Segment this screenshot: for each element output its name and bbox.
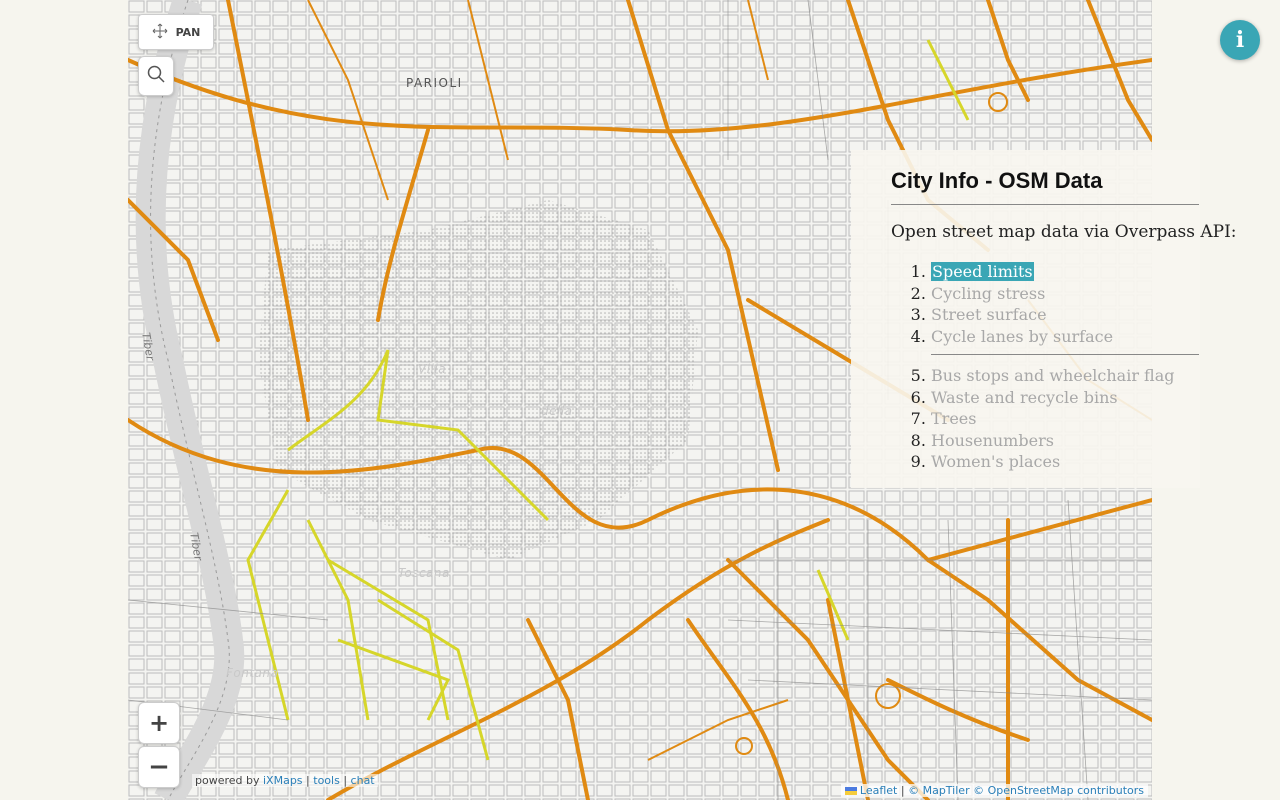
layer-item-waste-bins[interactable]: Waste and recycle bins xyxy=(931,387,1199,409)
panel-title: City Info - OSM Data xyxy=(891,168,1199,205)
info-button[interactable]: i xyxy=(1220,20,1260,60)
layer-list-primary: Speed limits Cycling stress Street surfa… xyxy=(891,261,1199,347)
map-faint-label: della xyxy=(541,404,573,418)
neighborhood-label-parioli: PARIOLI xyxy=(406,76,463,90)
pan-button[interactable]: PAN xyxy=(138,14,214,50)
map-faint-label: Fontana xyxy=(226,666,279,680)
attribution-right: Leaflet | © MapTiler © OpenStreetMap con… xyxy=(840,784,1148,797)
maptiler-link[interactable]: © MapTiler xyxy=(908,784,970,797)
osm-link[interactable]: © OpenStreetMap contributors xyxy=(973,784,1144,797)
layer-item-bus-stops[interactable]: Bus stops and wheelchair flag xyxy=(931,365,1199,387)
attribution-separator: | xyxy=(900,784,905,797)
info-panel: City Info - OSM Data Open street map dat… xyxy=(851,150,1237,488)
map-faint-label: Toscana xyxy=(398,566,450,580)
move-icon xyxy=(152,23,168,42)
zoom-out-button[interactable]: − xyxy=(138,746,180,788)
pan-label: PAN xyxy=(175,25,201,39)
layer-item-housenumbers[interactable]: Housenumbers xyxy=(931,430,1199,452)
attribution-left: powered by iXMaps | tools | chat xyxy=(192,774,378,787)
attribution-separator: | xyxy=(343,774,348,787)
layer-item-speed-limits[interactable]: Speed limits xyxy=(931,261,1199,283)
attribution-separator: | xyxy=(306,774,310,787)
layer-item-cycling-stress[interactable]: Cycling stress xyxy=(931,283,1199,305)
search-button[interactable] xyxy=(138,56,174,96)
powered-by-text: powered by xyxy=(195,774,260,787)
info-icon: i xyxy=(1235,27,1245,53)
layer-list-secondary: Bus stops and wheelchair flag Waste and … xyxy=(891,365,1199,473)
layer-item-street-surface[interactable]: Street surface xyxy=(931,304,1199,326)
chat-link[interactable]: chat xyxy=(351,774,375,787)
search-icon xyxy=(146,64,166,88)
ixmaps-link[interactable]: iXMaps xyxy=(263,774,303,787)
layer-item-womens-places[interactable]: Women's places xyxy=(931,451,1199,473)
zoom-in-button[interactable]: + xyxy=(138,702,180,744)
panel-intro: Open street map data via Overpass API: xyxy=(891,222,1237,242)
leaflet-link[interactable]: Leaflet xyxy=(860,784,897,797)
layer-item-cycle-lanes[interactable]: Cycle lanes by surface xyxy=(931,326,1199,348)
tools-link[interactable]: tools xyxy=(313,774,340,787)
map-faint-label: Villa xyxy=(418,362,447,376)
layer-item-trees[interactable]: Trees xyxy=(931,408,1199,430)
ukraine-flag-icon xyxy=(844,787,857,795)
list-divider xyxy=(931,354,1199,355)
